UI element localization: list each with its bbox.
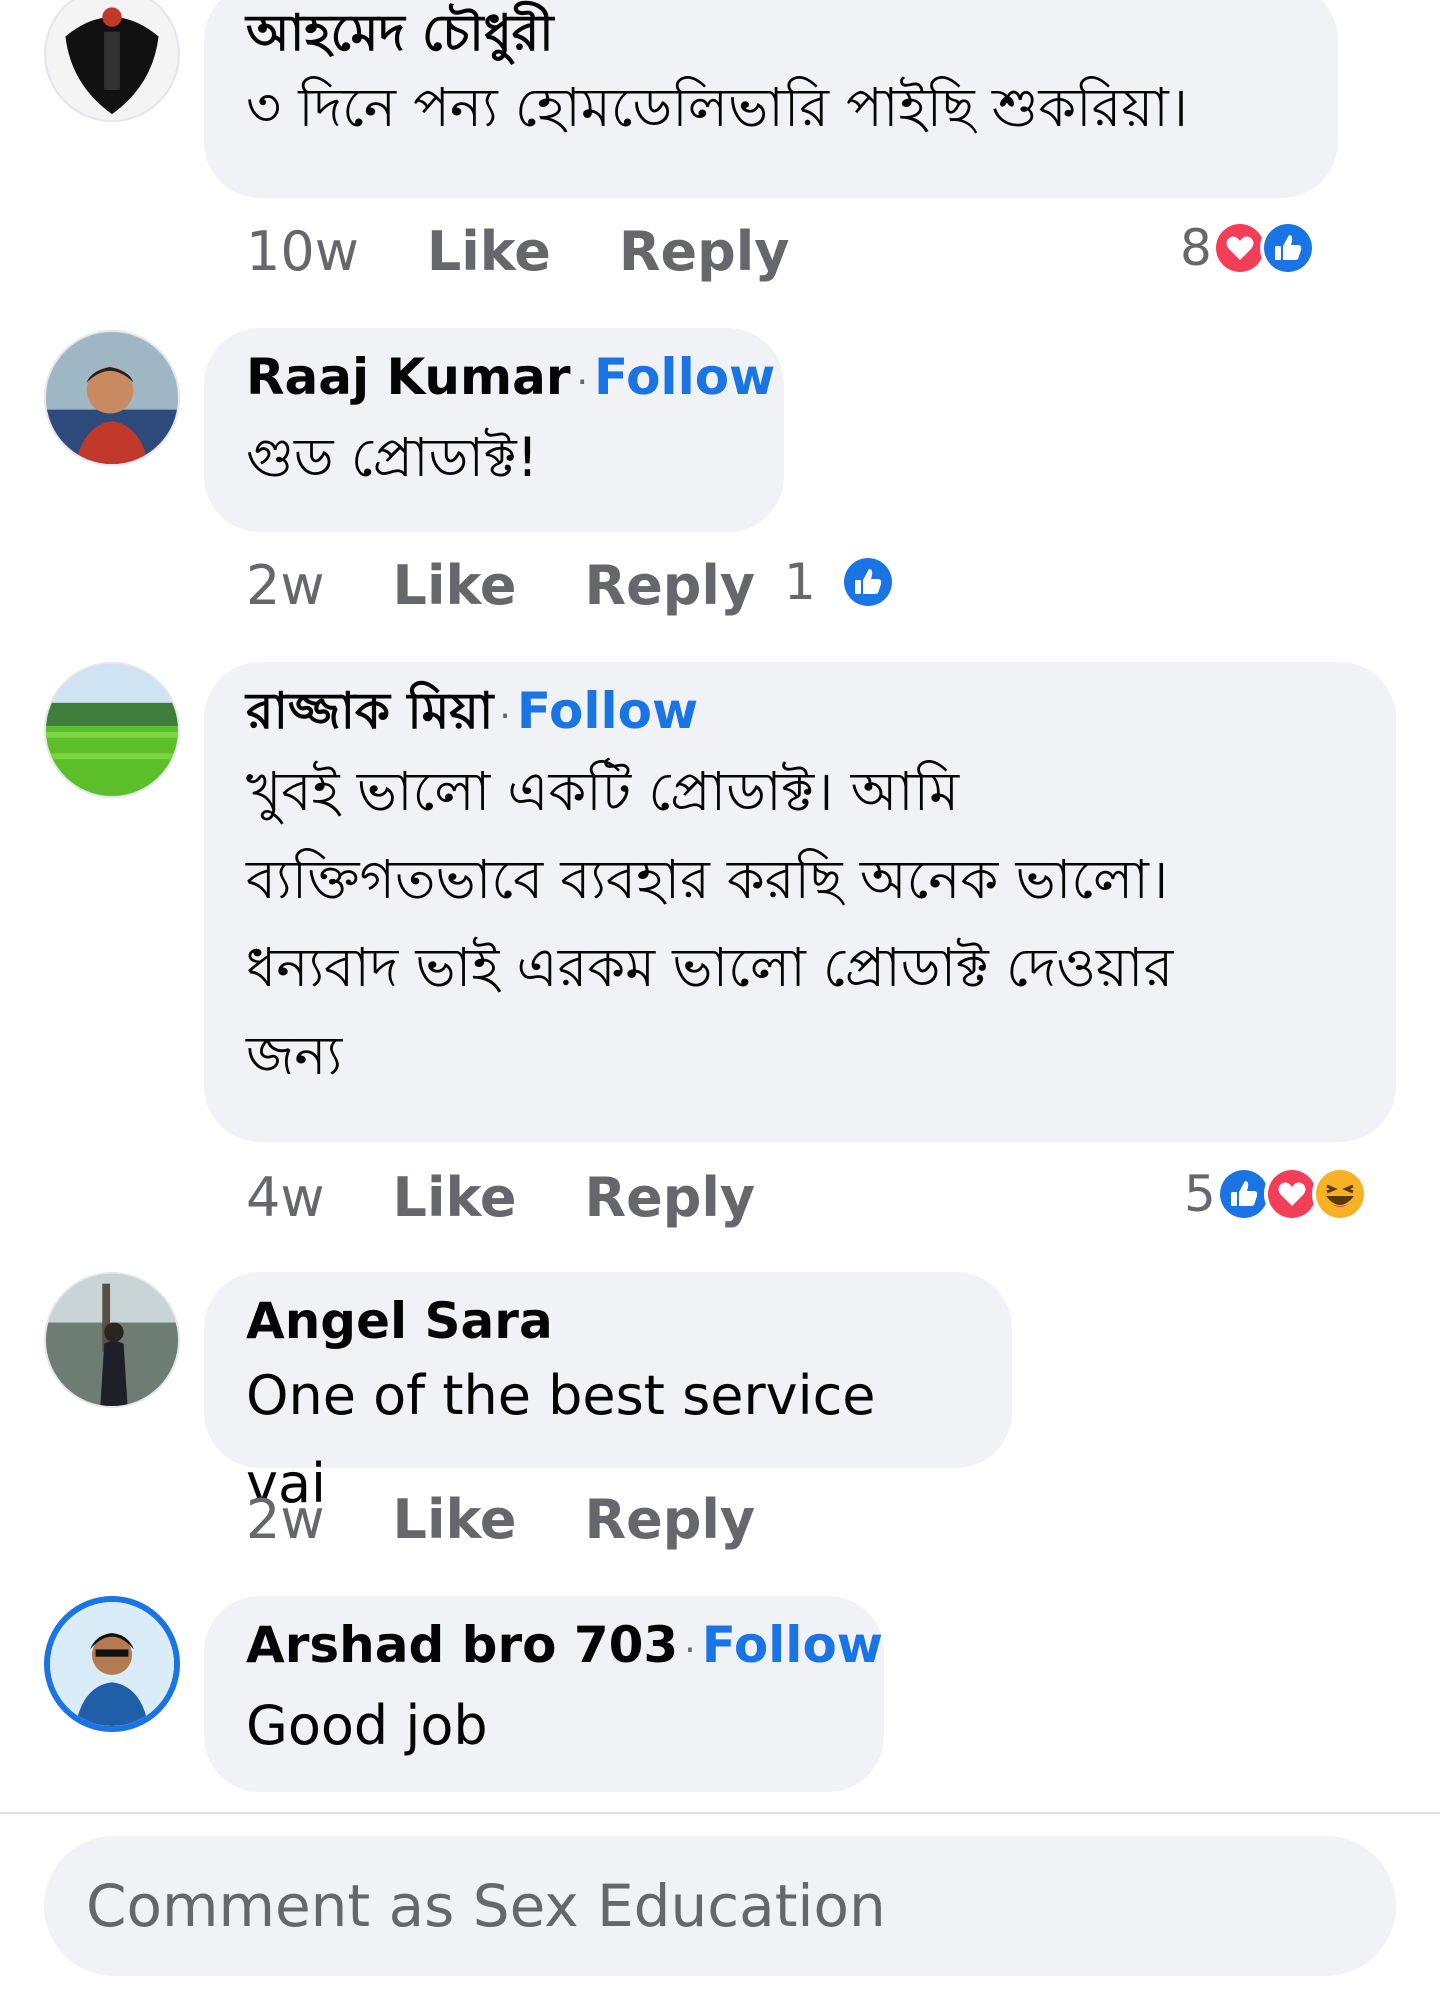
like-button[interactable]: Like: [393, 556, 517, 616]
avatar[interactable]: [44, 662, 180, 798]
comment-text: গুড প্রোডাক্ট!: [246, 426, 539, 489]
comment-actions: 2w Like Reply: [246, 1490, 755, 1550]
avatar[interactable]: [44, 330, 180, 466]
like-reaction-icon: [1259, 220, 1316, 276]
timestamp[interactable]: 10w: [246, 222, 359, 282]
comment-bubble: Raaj Kumar · Follow গুড প্রোডাক্ট!: [204, 328, 784, 532]
author-line: Raaj Kumar · Follow: [246, 346, 775, 414]
reaction-count: 5: [1184, 1165, 1216, 1223]
author-name[interactable]: Raaj Kumar: [246, 348, 571, 406]
comment-bubble: রাজ্জাক মিয়া · Follow খুবই ভালো একটি প্রো…: [204, 662, 1396, 1142]
like-button[interactable]: Like: [427, 222, 551, 282]
reply-button[interactable]: Reply: [619, 222, 790, 282]
reaction-count: 1: [784, 553, 816, 611]
comment-bubble: Angel Sara One of the best service vai: [204, 1272, 1012, 1515]
timestamp[interactable]: 2w: [246, 556, 325, 616]
comment-text-line: ধন্যবাদ ভাই এরকম ভালো প্রোডাক্ট দেওয়ার: [246, 936, 1174, 999]
author-name[interactable]: Angel Sara: [246, 1292, 553, 1350]
comment-text-line: জন্য: [246, 1024, 343, 1087]
separator-dot: ·: [576, 362, 588, 403]
follow-button[interactable]: Follow: [517, 682, 698, 740]
author-name[interactable]: রাজ্জাক মিয়া: [246, 682, 493, 740]
divider: [0, 1812, 1440, 1814]
comment-text-line: খুবই ভালো একটি প্রোডাক্ট। আমি: [246, 760, 960, 823]
avatar-image: [46, 1274, 178, 1406]
reaction-summary[interactable]: 1: [784, 552, 896, 612]
comment-input-placeholder: Comment as Sex Education: [86, 1872, 886, 1940]
like-button[interactable]: Like: [393, 1490, 517, 1550]
haha-reaction-icon: [1311, 1166, 1368, 1222]
timestamp[interactable]: 4w: [246, 1168, 325, 1228]
reply-button[interactable]: Reply: [585, 1490, 756, 1550]
comment-input[interactable]: Comment as Sex Education: [44, 1836, 1396, 1976]
author-name[interactable]: Arshad bro 703: [246, 1616, 678, 1674]
comment-text: Good job: [246, 1694, 488, 1757]
avatar-image: [46, 332, 178, 464]
comment-actions: 2w Like Reply: [246, 556, 755, 616]
timestamp[interactable]: 2w: [246, 1490, 325, 1550]
avatar-image: [46, 0, 178, 120]
separator-dot: ·: [499, 696, 511, 737]
comment-actions: 10w Like Reply: [246, 222, 789, 282]
reaction-count: 8: [1180, 219, 1212, 277]
comment-text: ৩ দিনে পন্য হোমডেলিভারি পাইছি শুকরিয়া।: [246, 76, 1189, 139]
reply-button[interactable]: Reply: [585, 556, 756, 616]
avatar[interactable]: [44, 0, 180, 122]
avatar-image: [50, 1602, 174, 1726]
reaction-summary[interactable]: 8: [1180, 218, 1316, 278]
avatar-image: [46, 664, 178, 796]
comment-text-line: ব্যক্তিগতভাবে ব্যবহার করছি অনেক ভালো।: [246, 848, 1169, 911]
comment-bubble: আহমেদ চৌধুরী ৩ দিনে পন্য হোমডেলিভারি পাই…: [204, 0, 1338, 198]
avatar[interactable]: [44, 1272, 180, 1408]
like-button[interactable]: Like: [393, 1168, 517, 1228]
like-reaction-icon: [839, 554, 896, 610]
avatar[interactable]: [44, 1596, 180, 1732]
author-line: আহমেদ চৌধুরী: [246, 2, 1296, 64]
author-line: Arshad bro 703 · Follow: [246, 1614, 883, 1682]
comment-bubble: Arshad bro 703 · Follow Good job: [204, 1596, 884, 1792]
follow-button[interactable]: Follow: [702, 1616, 883, 1674]
author-line: রাজ্জাক মিয়া · Follow: [246, 680, 1354, 748]
separator-dot: ·: [684, 1630, 696, 1671]
reply-button[interactable]: Reply: [585, 1168, 756, 1228]
comment-actions: 4w Like Reply: [246, 1168, 755, 1228]
author-name[interactable]: আহমেদ চৌধুরী: [246, 4, 554, 62]
author-line: Angel Sara: [246, 1290, 970, 1352]
follow-button[interactable]: Follow: [594, 348, 775, 406]
reaction-summary[interactable]: 5: [1184, 1164, 1368, 1224]
